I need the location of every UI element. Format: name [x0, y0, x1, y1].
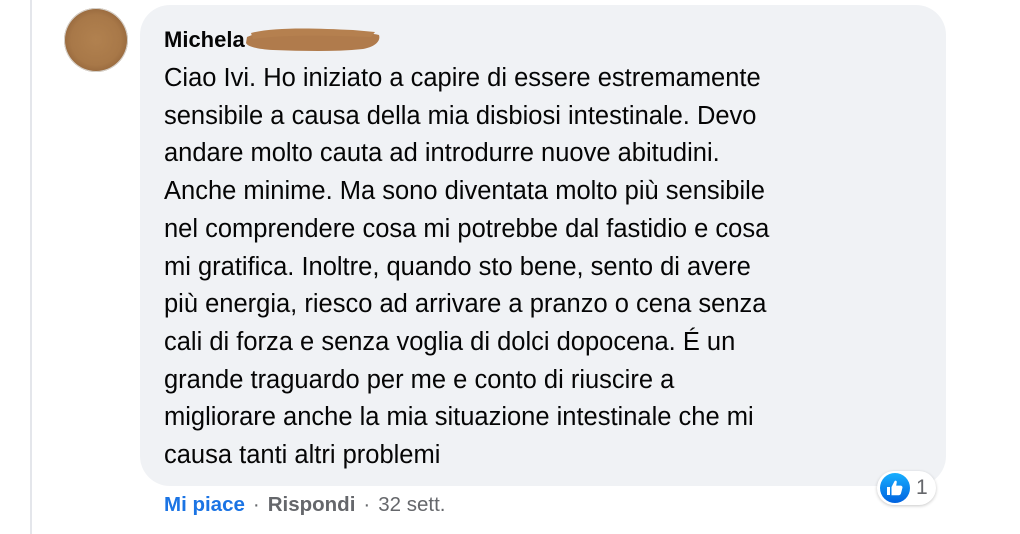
reaction-summary[interactable]: 1 — [877, 471, 936, 505]
comment-actions: Mi piace · Rispondi · 32 sett. — [164, 490, 445, 520]
thread-connector-line — [30, 0, 32, 534]
author-row: Michela — [164, 25, 383, 55]
comment-timestamp[interactable]: 32 sett. — [378, 493, 445, 517]
separator-dot: · — [363, 493, 371, 516]
comment-bubble: Michela Ciao Ivi. Ho iniziato a capire d… — [140, 5, 946, 486]
reply-button[interactable]: Rispondi — [268, 493, 356, 517]
like-button[interactable]: Mi piace — [164, 493, 245, 517]
name-redaction-scribble — [243, 25, 383, 55]
reaction-count: 1 — [916, 476, 928, 499]
comment-thread: Michela Ciao Ivi. Ho iniziato a capire d… — [0, 0, 1020, 534]
separator-dot: · — [252, 493, 260, 516]
author-name[interactable]: Michela — [164, 27, 245, 53]
like-icon — [880, 473, 910, 503]
comment-text: Ciao Ivi. Ho iniziato a capire di essere… — [164, 64, 770, 470]
avatar[interactable] — [64, 8, 128, 72]
